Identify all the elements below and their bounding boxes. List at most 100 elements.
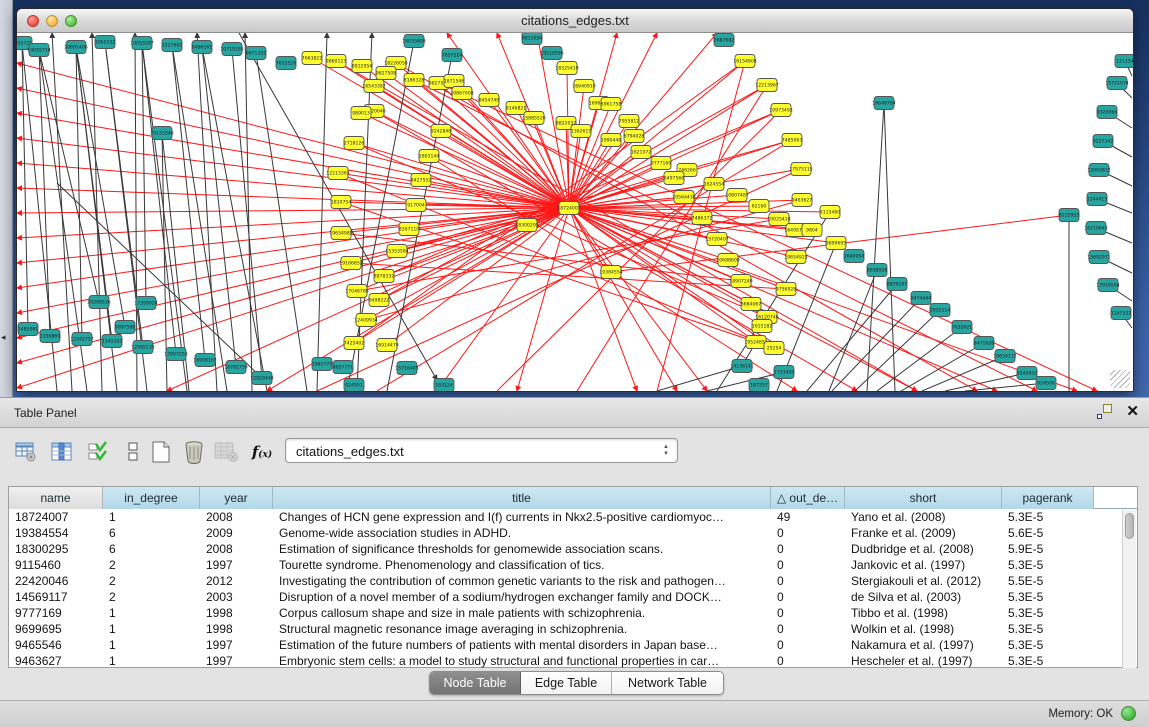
graph-node[interactable]: 15353584 — [385, 245, 408, 258]
column-header-out_degree[interactable]: △ out_de… — [771, 487, 845, 509]
graph-node[interactable]: 19218596 — [540, 47, 563, 60]
tab-edge-table[interactable]: Edge Table — [521, 672, 612, 695]
graph-node[interactable]: 16648784 — [872, 97, 895, 110]
graph-node[interactable]: 19166852 — [339, 257, 362, 270]
graph-node[interactable]: 8215953 — [1059, 209, 1080, 222]
graph-node[interactable]: 7425402 — [344, 337, 365, 350]
graph-node[interactable]: 12505135 — [131, 341, 154, 354]
graph-node[interactable]: 1640954 — [844, 250, 865, 263]
window-resize-grip[interactable] — [1110, 370, 1130, 388]
graph-node[interactable]: 7486372 — [692, 212, 713, 225]
graph-node[interactable]: 16958107 — [193, 354, 216, 367]
graph-node[interactable]: 1485061 — [18, 323, 39, 336]
table-row[interactable]: 946362711997Embryonic stem cells: a mode… — [9, 653, 1137, 669]
column-header-in_degree[interactable]: in_degree — [103, 487, 200, 509]
table-selector-dropdown[interactable]: citations_edges.txt — [285, 438, 678, 463]
graph-node[interactable]: 1985777 — [312, 358, 333, 371]
column-header-name[interactable]: name — [9, 487, 103, 509]
graph-node[interactable]: 19384554 — [599, 266, 622, 279]
graph-node[interactable]: 6497568 — [664, 172, 685, 185]
graph-node[interactable]: 9115460 — [820, 206, 841, 219]
graph-node[interactable]: 1065332 — [95, 36, 116, 49]
graph-node[interactable]: 9498222 — [369, 294, 390, 307]
graph-node[interactable]: 6961758 — [601, 98, 622, 111]
graph-node[interactable]: 17046788 — [345, 285, 368, 298]
graph-node[interactable]: 20691406 — [64, 41, 87, 54]
graph-node[interactable]: 1244413 — [1087, 193, 1108, 206]
graph-node[interactable]: 1621072 — [631, 146, 652, 159]
graph-node[interactable]: 20564436 — [672, 191, 695, 204]
graph-node[interactable]: 7663822 — [302, 52, 323, 65]
graph-node[interactable]: 15692971 — [1087, 251, 1110, 264]
graph-node[interactable]: 1527602 — [162, 39, 183, 52]
graph-node[interactable]: 12213363 — [326, 167, 349, 180]
graph-node[interactable]: 17016504 — [1096, 279, 1119, 292]
graph-node[interactable]: 8878332 — [374, 270, 395, 283]
column-header-title[interactable]: title — [273, 487, 771, 509]
graph-node[interactable]: 10053287 — [130, 37, 153, 50]
graph-node[interactable]: 8454749 — [479, 94, 500, 107]
graph-node[interactable]: 8471626 — [974, 337, 995, 350]
tab-node-table[interactable]: Node Table — [430, 672, 521, 695]
graph-node[interactable]: 1145193 — [102, 335, 123, 348]
graph-node[interactable]: 18724007 — [557, 202, 580, 215]
graph-node[interactable]: 62160 — [749, 200, 769, 213]
graph-node[interactable]: 10973493 — [769, 104, 792, 117]
graph-node[interactable]: 15720407 — [705, 233, 728, 246]
column-header-short[interactable]: short — [845, 487, 1002, 509]
graph-node[interactable]: 2687682 — [714, 34, 735, 47]
tab-network-table[interactable]: Network Table — [612, 672, 723, 695]
graph-node[interactable]: 18907249 — [729, 275, 752, 288]
network-window-titlebar[interactable]: citations_edges.txt — [17, 9, 1133, 33]
graph-node[interactable]: 7485063 — [782, 134, 803, 147]
graph-node[interactable]: 16154808 — [733, 55, 756, 68]
graph-node[interactable]: 8186328 — [404, 74, 425, 87]
graph-node[interactable]: 9804 — [802, 224, 822, 237]
network-canvas[interactable]: 9935721140557142069140610653321005328715… — [17, 33, 1133, 391]
panel-format-icon[interactable] — [119, 437, 147, 467]
graph-node[interactable]: 9463627 — [792, 194, 813, 207]
graph-node[interactable]: 9474444 — [911, 292, 932, 305]
graph-node[interactable]: 12342757 — [70, 333, 93, 346]
graph-node[interactable]: 20153346 — [150, 127, 173, 140]
graph-node[interactable]: 19654923 — [784, 251, 807, 264]
graph-node[interactable]: 20206536 — [87, 296, 110, 309]
graph-node[interactable]: 12409934 — [354, 314, 377, 327]
graph-node[interactable]: 1624554 — [704, 178, 725, 191]
graph-node[interactable]: 121154 — [1115, 55, 1133, 68]
graph-node[interactable]: 7857224 — [442, 49, 463, 62]
show-columns-icon[interactable] — [48, 437, 76, 467]
table-row[interactable]: 1938455462009Genome-wide association stu… — [9, 525, 1137, 541]
graph-node[interactable]: 8912954 — [352, 60, 373, 73]
graph-node[interactable]: 17957253 — [164, 348, 187, 361]
graph-node[interactable]: 6794028 — [624, 130, 645, 143]
graph-node[interactable]: 9227342 — [1093, 135, 1114, 148]
graph-node[interactable]: 17359924 — [134, 297, 157, 310]
graph-node[interactable]: 12923448 — [250, 372, 273, 385]
table-scrollbar[interactable] — [1122, 510, 1136, 668]
memory-status-indicator[interactable] — [1121, 706, 1136, 721]
graph-node[interactable]: 9671355 — [246, 47, 267, 60]
graph-node[interactable]: 1871546 — [444, 75, 465, 88]
graph-node[interactable]: 7632621 — [952, 321, 973, 334]
graph-node[interactable]: 1167533 — [1111, 307, 1132, 320]
graph-node[interactable]: 10688609 — [716, 254, 739, 267]
graph-node[interactable]: 9860123 — [326, 55, 347, 68]
graph-node[interactable]: 19654985 — [329, 227, 352, 240]
graph-node[interactable]: 14136141 — [730, 360, 753, 373]
graph-node[interactable]: 9146821 — [506, 102, 527, 115]
graph-node[interactable]: 8267110 — [399, 223, 420, 236]
graph-node[interactable]: 2935114 — [930, 304, 951, 317]
table-row[interactable]: 1830029562008Estimation of significance … — [9, 541, 1137, 557]
graph-node[interactable]: 17975115 — [789, 163, 812, 176]
close-panel-icon[interactable]: ✕ — [1126, 404, 1139, 419]
table-row[interactable]: 946554611997Estimation of the future num… — [9, 637, 1137, 653]
graph-node[interactable]: 9777169 — [651, 157, 672, 170]
graph-node[interactable]: 2803144 — [419, 150, 440, 163]
graph-node[interactable]: 2718126 — [344, 137, 365, 150]
graph-node[interactable]: 14055714 — [27, 44, 50, 57]
graph-node[interactable]: 8938928 — [867, 264, 888, 277]
graph-node[interactable]: 9097588 — [115, 321, 136, 334]
graph-node[interactable]: 16914479 — [375, 339, 398, 352]
table-row[interactable]: 911546021997Tourette syndrome. Phenomeno… — [9, 557, 1137, 573]
